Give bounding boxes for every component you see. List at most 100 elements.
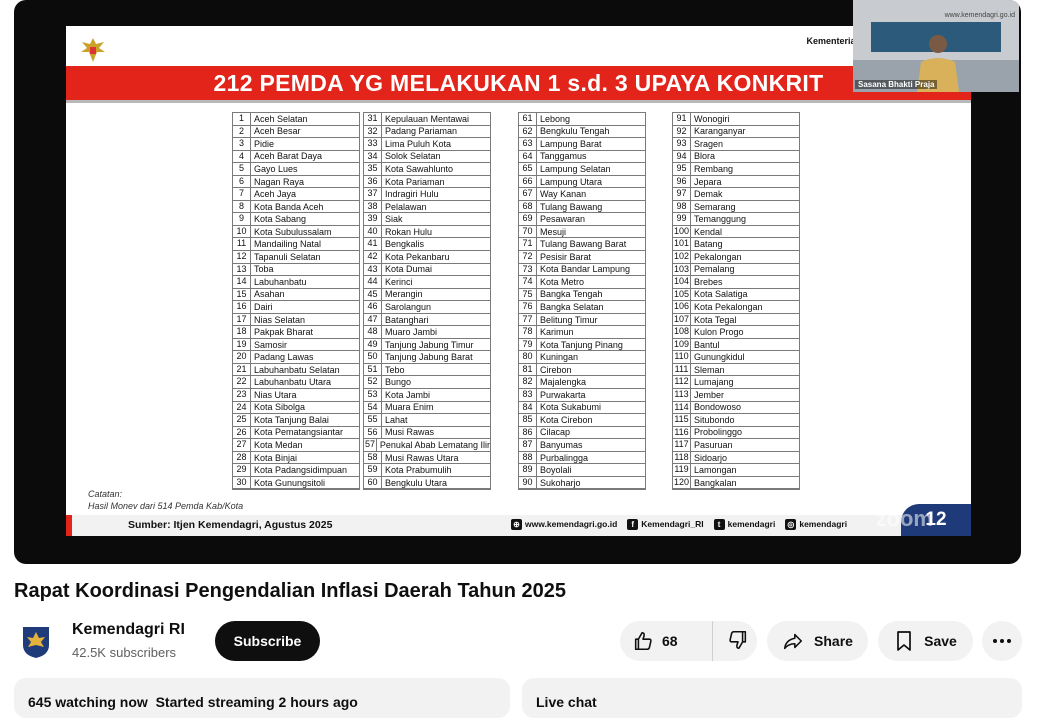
row-name: Pemalang	[694, 264, 735, 275]
row-number: 46	[364, 301, 382, 313]
row-name: Indragiri Hulu	[385, 189, 439, 200]
like-count: 68	[662, 633, 678, 649]
row-name: Sidoarjo	[694, 452, 728, 463]
row-number: 84	[519, 401, 537, 414]
table-row: 71 Tulang Bawang Barat	[519, 238, 645, 252]
channel-name[interactable]: Kemendagri RI	[72, 621, 185, 639]
row-number: 49	[364, 338, 382, 351]
row-name: Kota Medan	[254, 439, 303, 450]
row-name: Pekalongan	[694, 251, 742, 262]
table-row: 79 Kota Tanjung Pinang	[519, 338, 645, 352]
camera-url: www.kemendagri.go.id	[944, 12, 1015, 19]
row-number: 13	[233, 263, 251, 276]
row-number: 3	[233, 138, 251, 150]
row-name: Kerinci	[385, 276, 413, 287]
row-name: Temanggung	[694, 214, 747, 225]
table-row: 113 Jember	[673, 389, 799, 402]
row-name: Tanjung Jabung Timur	[385, 339, 474, 350]
pemda-column: 91 Wonogiri 92 Karanganyar 93 Sragen 94 Blora 95…	[672, 112, 800, 491]
description-panel[interactable]: 645 watching now Started streaming 2 hou…	[14, 678, 510, 718]
table-row: 22 Labuhanbatu Utara	[233, 376, 359, 390]
table-row: 74 Kota Metro	[519, 276, 645, 289]
table-row: 35 Kota Sawahlunto	[364, 163, 490, 176]
row-name: Bengkulu Tengah	[540, 126, 610, 137]
row-number: 78	[519, 326, 537, 338]
row-name: Semarang	[694, 201, 736, 212]
video-player[interactable]: Kementerian 212 PEMDA YG MELAKUKAN 1 s.d…	[14, 0, 1021, 564]
table-row: 73 Kota Bandar Lampung	[519, 263, 645, 277]
source-text: Sumber: Itjen Kemendagri, Agustus 2025	[128, 519, 333, 531]
row-number: 71	[519, 238, 537, 251]
row-name: Kota Tegal	[694, 314, 737, 325]
row-name: Tebo	[385, 364, 405, 375]
row-number: 58	[364, 451, 382, 464]
twitter-text: kemendagri	[727, 519, 776, 529]
save-button[interactable]: Save	[878, 621, 973, 661]
table-row: 26 Kota Pematangsiantar	[233, 426, 359, 440]
dislike-button[interactable]	[713, 629, 749, 654]
row-number: 4	[233, 150, 251, 163]
row-name: Tanggamus	[540, 151, 587, 162]
table-row: 48 Muaro Jambi	[364, 326, 490, 339]
row-name: Gayo Lues	[254, 163, 298, 174]
banner-divider	[66, 100, 971, 103]
row-number: 115	[673, 414, 691, 426]
table-row: 62 Bengkulu Tengah	[519, 125, 645, 139]
row-name: Rokan Hulu	[385, 226, 433, 237]
row-number: 50	[364, 351, 382, 363]
row-number: 103	[673, 263, 691, 276]
row-number: 62	[519, 125, 537, 138]
more-actions-button[interactable]	[982, 621, 1022, 661]
row-number: 92	[673, 125, 691, 138]
row-number: 8	[233, 200, 251, 213]
row-name: Pesisir Barat	[540, 251, 592, 262]
row-name: Kota Banda Aceh	[254, 201, 324, 212]
instagram-link: ◎ kemendagri	[785, 519, 847, 530]
subscribe-button[interactable]: Subscribe	[215, 621, 320, 661]
row-name: Jepara	[694, 176, 722, 187]
row-name: Kota Gunungsitoli	[254, 477, 326, 488]
row-name: Mandailing Natal	[254, 239, 322, 250]
pemda-column: 1 Aceh Selatan 2 Aceh Besar 3 Pidie 4 Aceh Bara…	[232, 112, 360, 491]
row-number: 38	[364, 200, 382, 213]
row-name: Kota Prabumulih	[385, 465, 452, 476]
like-button[interactable]: 68	[620, 621, 713, 661]
table-row: 41 Bengkalis	[364, 238, 490, 252]
row-name: Musi Rawas	[385, 427, 435, 438]
row-number: 45	[364, 288, 382, 301]
slide-note: Catatan: Hasil Monev dari 514 Pemda Kab/…	[88, 488, 243, 512]
row-number: 35	[364, 163, 382, 175]
table-row: 95 Rembang	[673, 163, 799, 176]
presentation-slide: Kementerian 212 PEMDA YG MELAKUKAN 1 s.d…	[66, 26, 971, 536]
row-name: Probolinggo	[694, 427, 743, 438]
table-row: 15 Asahan	[233, 288, 359, 302]
row-name: Pesawaran	[540, 214, 586, 225]
like-dislike-group: 68	[620, 621, 757, 661]
avatar[interactable]	[14, 620, 58, 664]
row-number: 85	[519, 414, 537, 426]
row-name: Lampung Utara	[540, 176, 603, 187]
row-number: 56	[364, 426, 382, 439]
row-number: 76	[519, 301, 537, 313]
row-name: Kota Bandar Lampung	[540, 264, 631, 275]
share-button[interactable]: Share	[767, 621, 868, 661]
table-row: 24 Kota Sibolga	[233, 401, 359, 415]
table-row: 59 Kota Prabumulih	[364, 464, 490, 477]
table-row: 6 Nagan Raya	[233, 175, 359, 189]
table-row: 3 Pidie	[233, 138, 359, 151]
row-name: Kota Pekalongan	[694, 301, 763, 312]
table-row: 30 Kota Gunungsitoli	[233, 476, 359, 490]
row-number: 120	[673, 476, 691, 489]
table-row: 52 Bungo	[364, 376, 490, 390]
row-name: Banyumas	[540, 439, 583, 450]
row-name: Labuhanbatu Selatan	[254, 364, 340, 375]
row-name: Purwakarta	[540, 389, 586, 400]
row-name: Toba	[254, 264, 274, 275]
live-chat-panel[interactable]: Live chat	[522, 678, 1022, 718]
row-number: 32	[364, 125, 382, 138]
row-number: 89	[519, 464, 537, 476]
row-name: Kota Cirebon	[540, 414, 593, 425]
row-number: 81	[519, 363, 537, 376]
row-number: 109	[673, 338, 691, 351]
row-number: 54	[364, 401, 382, 414]
